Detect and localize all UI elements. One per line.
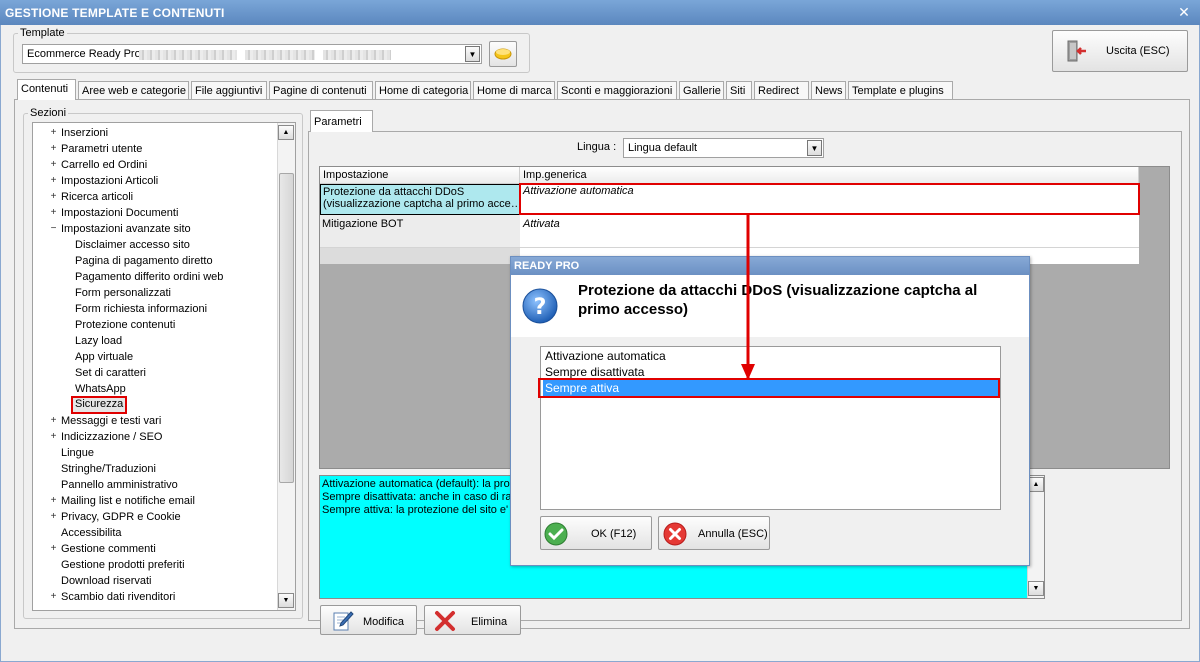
tab-label: Parametri bbox=[314, 116, 362, 128]
tab-parametri[interactable]: Parametri bbox=[310, 110, 373, 132]
tab-label: Contenuti bbox=[21, 83, 69, 95]
annotation-arrow bbox=[741, 215, 755, 380]
tab-contenuti[interactable]: Contenuti bbox=[17, 79, 76, 100]
